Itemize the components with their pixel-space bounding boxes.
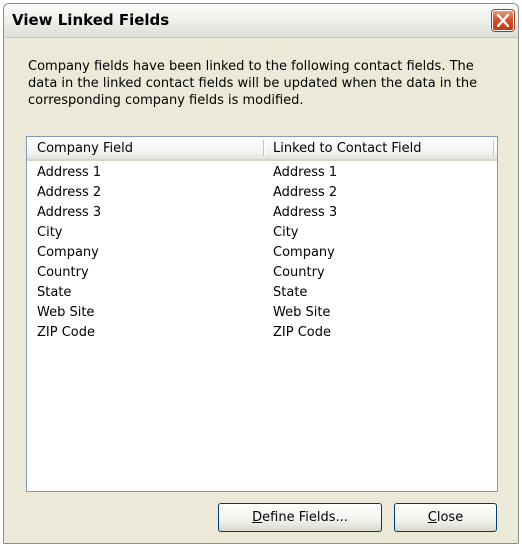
close-x-icon [497,14,509,27]
title-bar[interactable]: View Linked Fields [4,4,518,38]
window-title: View Linked Fields [12,11,170,29]
description-text: Company fields have been linked to the f… [28,59,478,108]
table-row[interactable]: Address 1 Address 1 [27,164,497,184]
table-row[interactable]: Country Country [27,264,497,284]
close-mnemonic: C [427,510,437,525]
define-fields-mnemonic: D [252,510,263,525]
company-field-cell: Country [37,265,89,280]
company-field-cell: ZIP Code [37,325,95,340]
company-field-cell: Company [37,245,99,260]
column-divider[interactable] [493,140,494,156]
list-header: Company Field Linked to Contact Field [27,137,497,161]
contact-field-cell: ZIP Code [273,325,331,340]
table-row[interactable]: State State [27,284,497,304]
table-row[interactable]: Address 2 Address 2 [27,184,497,204]
company-field-cell: State [37,285,72,300]
linked-fields-list[interactable]: Company Field Linked to Contact Field Ad… [26,136,498,492]
define-fields-label: efine Fields... [262,510,348,525]
dialog-window: View Linked Fields Company fields have b… [3,3,519,544]
close-label: lose [436,510,464,525]
contact-field-cell: Address 3 [273,205,338,220]
column-header-linked-contact-field[interactable]: Linked to Contact Field [273,141,421,156]
company-field-cell: Address 2 [37,185,102,200]
list-rows: Address 1 Address 1 Address 2 Address 2 … [27,164,497,344]
contact-field-cell: Country [273,265,325,280]
column-divider[interactable] [263,140,264,156]
company-field-cell: Address 3 [37,205,102,220]
table-row[interactable]: Address 3 Address 3 [27,204,497,224]
company-field-cell: Address 1 [37,165,102,180]
contact-field-cell: Company [273,245,335,260]
company-field-cell: City [37,225,63,240]
window-close-button[interactable] [492,10,514,31]
contact-field-cell: Web Site [273,305,331,320]
contact-field-cell: City [273,225,299,240]
define-fields-button[interactable]: Define Fields... [218,503,382,532]
table-row[interactable]: Company Company [27,244,497,264]
table-row[interactable]: Web Site Web Site [27,304,497,324]
table-row[interactable]: ZIP Code ZIP Code [27,324,497,344]
contact-field-cell: Address 1 [273,165,338,180]
contact-field-cell: Address 2 [273,185,338,200]
close-button[interactable]: Close [394,503,497,532]
contact-field-cell: State [273,285,308,300]
column-header-company-field[interactable]: Company Field [37,141,133,156]
company-field-cell: Web Site [37,305,95,320]
table-row[interactable]: City City [27,224,497,244]
